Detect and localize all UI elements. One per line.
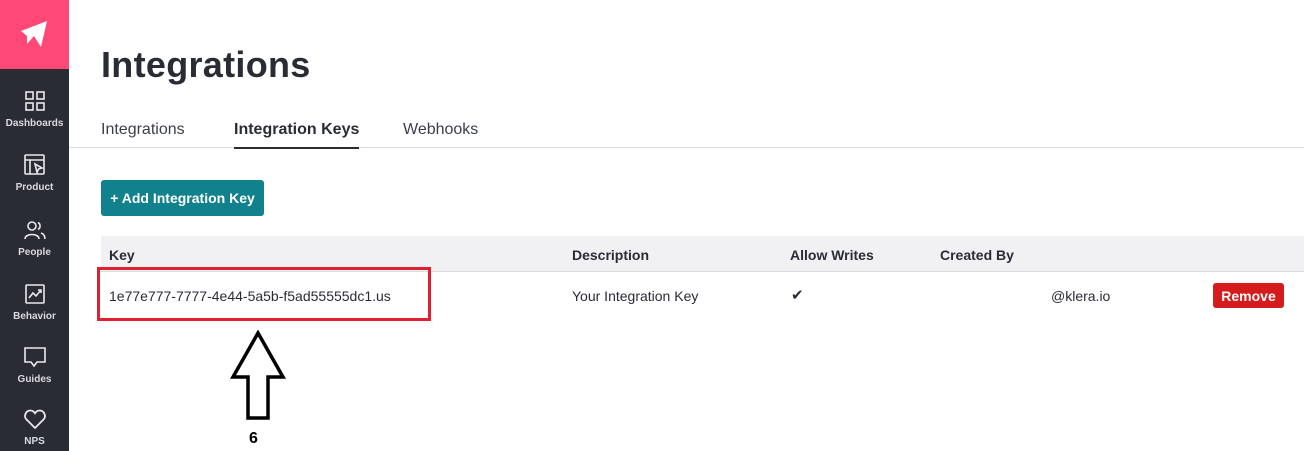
annotation-step-number: 6 [249, 430, 258, 447]
sidebar-item-people[interactable]: People [0, 218, 69, 258]
sidebar-item-label: NPS [24, 436, 45, 447]
column-header-allow-writes: Allow Writes [790, 247, 874, 263]
remove-button[interactable]: Remove [1213, 283, 1284, 308]
page-title: Integrations [101, 44, 311, 85]
heart-icon [23, 409, 46, 430]
description-cell: Your Integration Key [572, 288, 699, 304]
sidebar-item-product[interactable]: Product [0, 153, 69, 193]
sidebar-item-behavior[interactable]: Behavior [0, 282, 69, 322]
up-arrow-icon [230, 330, 286, 420]
cursor-window-icon [23, 154, 45, 176]
people-icon [23, 221, 46, 240]
app-logo-icon [20, 20, 47, 47]
checkmark-icon: ✔ [791, 287, 804, 304]
tab-bar: Integrations Integration Keys Webhooks [69, 108, 1304, 149]
grid-icon [24, 91, 45, 111]
sidebar-item-label: Guides [17, 374, 52, 385]
sidebar-item-label: Product [15, 182, 54, 193]
sidebar-item-guides[interactable]: Guides [0, 345, 69, 385]
tab-integrations[interactable]: Integrations [101, 121, 185, 139]
sidebar: Dashboards Product People Behavior Guide… [0, 0, 69, 451]
logo[interactable] [0, 0, 69, 69]
column-header-description: Description [572, 247, 650, 263]
sidebar-item-label: Dashboards [5, 118, 64, 129]
tab-integration-keys[interactable]: Integration Keys [234, 121, 360, 149]
chart-icon [24, 284, 45, 304]
column-header-key: Key [109, 247, 135, 263]
message-icon [23, 347, 46, 368]
sidebar-item-dashboards[interactable]: Dashboards [0, 89, 69, 129]
sidebar-item-label: Behavior [13, 311, 56, 322]
tab-webhooks[interactable]: Webhooks [403, 121, 478, 139]
add-integration-key-button[interactable]: + Add Integration Key [101, 180, 264, 216]
created-by-cell: @klera.io [1051, 288, 1111, 304]
sidebar-item-label: People [18, 247, 51, 258]
annotation-highlight-box [97, 267, 431, 321]
column-header-created-by: Created By [940, 247, 1014, 263]
sidebar-item-nps[interactable]: NPS [0, 407, 69, 447]
